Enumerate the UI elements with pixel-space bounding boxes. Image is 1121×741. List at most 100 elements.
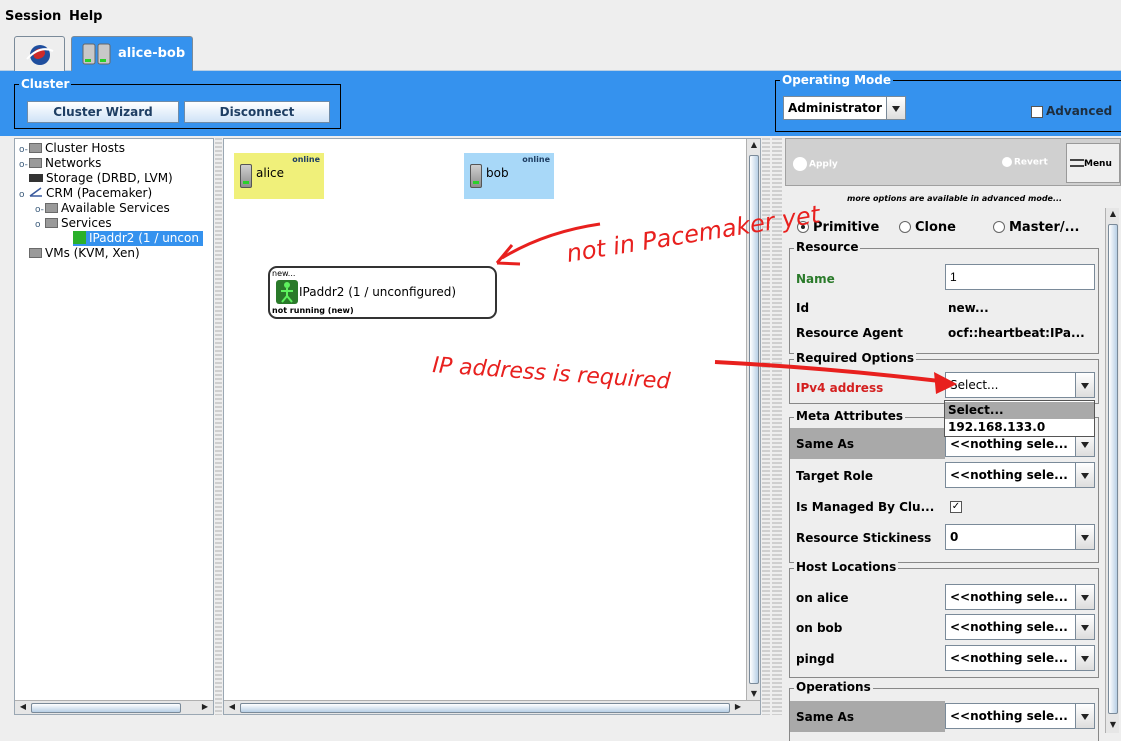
- operations-same-as-label: Same As: [796, 710, 854, 724]
- collapse-icon[interactable]: o: [35, 220, 45, 230]
- location-alice-label: on alice: [796, 591, 849, 605]
- chevron-down-icon: [1075, 525, 1094, 549]
- chevron-down-icon: [1075, 704, 1094, 728]
- globe-icon: [26, 45, 54, 65]
- resource-section: Resource Name Id new... Resource Agent o…: [789, 240, 1099, 354]
- chevron-down-icon: [1075, 646, 1094, 670]
- meta-attributes-section: Meta Attributes Same As <<nothing sele..…: [789, 409, 1099, 563]
- host-node-alice[interactable]: online alice: [234, 153, 324, 199]
- advanced-checkbox[interactable]: [1031, 106, 1043, 118]
- scroll-thumb[interactable]: [1108, 224, 1118, 714]
- ipv4-select[interactable]: Select...: [945, 372, 1095, 398]
- scroll-right-icon[interactable]: ▶: [732, 701, 744, 713]
- scroll-left-icon[interactable]: ◀: [226, 701, 238, 713]
- scroll-thumb[interactable]: [240, 703, 730, 713]
- cluster-toolbar: Cluster Cluster Wizard Disconnect Operat…: [0, 71, 1121, 136]
- revert-button[interactable]: Revert: [1000, 143, 1064, 183]
- resource-node-new-label: new...: [272, 269, 296, 278]
- drbd-icon: [29, 174, 43, 182]
- tree-item-crm[interactable]: o CRM (Pacemaker): [19, 186, 152, 201]
- scroll-down-icon[interactable]: ▼: [1107, 719, 1119, 731]
- dropdown-option-select[interactable]: Select...: [945, 402, 1094, 419]
- name-label: Name: [796, 272, 835, 286]
- tree-item-storage[interactable]: Storage (DRBD, LVM): [19, 171, 173, 186]
- menu-session[interactable]: Session: [5, 9, 61, 24]
- cluster-group-title: Cluster: [19, 77, 72, 91]
- cluster-servers-icon: [82, 43, 111, 65]
- cluster-tree: o- Cluster Hosts o- Networks Storage (DRBD…: [14, 138, 214, 715]
- expand-icon[interactable]: o-: [35, 205, 45, 215]
- menu-help[interactable]: Help: [69, 9, 102, 24]
- dropdown-option-ip[interactable]: 192.168.133.0: [945, 419, 1094, 436]
- collapse-icon[interactable]: o: [19, 190, 29, 200]
- graph-horizontal-scrollbar[interactable]: ◀ ▶: [224, 700, 760, 714]
- operations-same-as-value: <<nothing sele...: [950, 709, 1068, 723]
- tree-item-services[interactable]: o Services: [35, 216, 112, 231]
- is-managed-label: Is Managed By Clu...: [796, 500, 935, 514]
- scroll-left-icon[interactable]: ◀: [17, 701, 29, 713]
- editor-vertical-scrollbar[interactable]: ▲ ▼: [1105, 208, 1119, 733]
- tree-item-networks[interactable]: o- Networks: [19, 156, 101, 171]
- advanced-hint: more options are available in advanced m…: [847, 194, 1063, 203]
- radio-primitive[interactable]: Primitive: [797, 220, 879, 235]
- target-role-value: <<nothing sele...: [950, 468, 1068, 482]
- host-locations-section: Host Locations on alice <<nothing sele..…: [789, 560, 1099, 678]
- radio-button: [899, 221, 911, 233]
- location-bob-select[interactable]: <<nothing sele...: [945, 614, 1095, 640]
- required-options-title: Required Options: [794, 351, 917, 365]
- location-alice-select[interactable]: <<nothing sele...: [945, 584, 1095, 610]
- scroll-thumb[interactable]: [31, 703, 181, 713]
- graph-splitter[interactable]: [762, 138, 770, 715]
- folder-icon: [29, 143, 42, 153]
- tree-horizontal-scrollbar[interactable]: ◀ ▶: [15, 700, 213, 714]
- operations-same-as-select[interactable]: <<nothing sele...: [945, 703, 1095, 729]
- expand-icon[interactable]: o-: [19, 145, 29, 155]
- graph-vertical-scrollbar[interactable]: ▲ ▼: [746, 139, 760, 702]
- tree-item-ipaddr2[interactable]: IPaddr2 (1 / uncon: [73, 231, 203, 246]
- apply-button[interactable]: Apply: [789, 143, 999, 183]
- scroll-down-icon[interactable]: ▼: [748, 688, 760, 700]
- cluster-wizard-button[interactable]: Cluster Wizard: [27, 101, 179, 123]
- resource-icon: [73, 231, 86, 244]
- name-input[interactable]: [945, 264, 1095, 290]
- advanced-label: Advanced: [1046, 104, 1113, 118]
- resource-node-ipaddr2[interactable]: new... IPaddr2 (1 / unconfigured) not ru…: [268, 266, 497, 319]
- scroll-thumb[interactable]: [749, 155, 759, 684]
- disconnect-button[interactable]: Disconnect: [184, 101, 330, 123]
- chevron-down-icon: [1075, 463, 1094, 487]
- tree-item-available-services[interactable]: o- Available Services: [35, 201, 170, 216]
- cluster-graph: online alice online bob new... IPaddr2 (…: [223, 138, 761, 715]
- chevron-down-icon: [1075, 373, 1094, 397]
- server-icon: [240, 164, 252, 188]
- tree-splitter[interactable]: [215, 138, 222, 715]
- tree-item-vms[interactable]: VMs (KVM, Xen): [19, 246, 140, 261]
- menu-button[interactable]: Menu: [1066, 143, 1120, 183]
- scroll-right-icon[interactable]: ▶: [199, 701, 211, 713]
- expand-icon[interactable]: o-: [19, 160, 29, 170]
- operating-mode-group: Operating Mode Administrator Advanced: [775, 73, 1121, 132]
- is-managed-checkbox[interactable]: ✓: [950, 501, 962, 513]
- radio-clone[interactable]: Clone: [899, 220, 956, 235]
- target-role-select[interactable]: <<nothing sele...: [945, 462, 1095, 488]
- cluster-group: Cluster Cluster Wizard Disconnect: [14, 77, 341, 129]
- operations-section: Operations Same As <<nothing sele...: [789, 680, 1099, 741]
- radio-master[interactable]: Master/...: [993, 220, 1079, 235]
- resource-editor: Apply Revert Menu more options are avail…: [785, 138, 1121, 741]
- required-options-section: Required Options IPv4 address Select...: [789, 351, 1099, 404]
- folder-icon: [45, 218, 58, 228]
- operating-mode-select[interactable]: Administrator: [783, 96, 906, 120]
- stickiness-select[interactable]: 0: [945, 524, 1095, 550]
- scroll-up-icon[interactable]: ▲: [1107, 208, 1119, 220]
- host-name: bob: [486, 166, 509, 180]
- tree-item-cluster-hosts[interactable]: o- Cluster Hosts: [19, 141, 125, 156]
- location-pingd-value: <<nothing sele...: [950, 651, 1068, 665]
- scroll-up-icon[interactable]: ▲: [748, 139, 760, 151]
- same-as-label: Same As: [796, 437, 854, 451]
- id-label: Id: [796, 301, 810, 315]
- right-splitter[interactable]: [772, 138, 782, 715]
- tab-alice-bob[interactable]: alice-bob: [71, 36, 193, 71]
- tab-home[interactable]: [14, 36, 65, 71]
- chevron-down-icon: [1075, 585, 1094, 609]
- host-node-bob[interactable]: online bob: [464, 153, 554, 199]
- location-pingd-select[interactable]: <<nothing sele...: [945, 645, 1095, 671]
